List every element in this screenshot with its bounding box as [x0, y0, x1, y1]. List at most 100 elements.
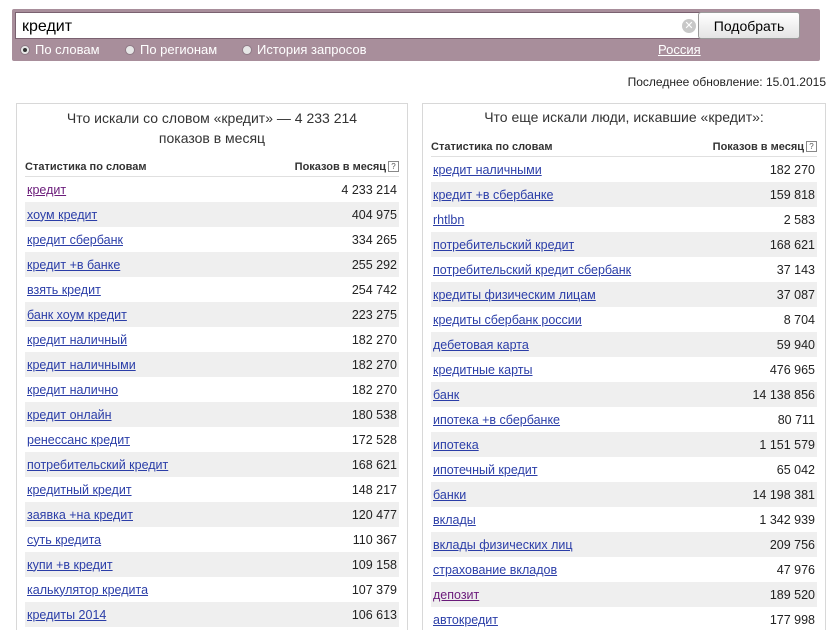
mode-label: История запросов — [257, 42, 367, 57]
table-row: кредит +в сбербанке 159 818 — [431, 182, 817, 207]
query-link[interactable]: кредит онлайн — [27, 408, 112, 422]
col-count-header: Показов в месяц? — [713, 141, 817, 153]
impressions-count: 37 143 — [776, 262, 815, 277]
impressions-count: 14 198 381 — [752, 487, 815, 502]
query-link[interactable]: вклады физических лиц — [433, 538, 573, 552]
table-row: заявка +на кредит 120 477 — [25, 502, 399, 527]
table-row: взять кредит 254 742 — [25, 277, 399, 302]
query-link[interactable]: кредит наличными — [433, 163, 542, 177]
table-row: банк 14 138 856 — [431, 382, 817, 407]
query-link[interactable]: депозит — [433, 588, 479, 602]
search-input[interactable] — [16, 13, 700, 38]
table-row: кредит наличными 182 270 — [431, 157, 817, 182]
table-row: кредиты сбербанк россии 8 704 — [431, 307, 817, 332]
panel-related-queries: Что еще искали люди, искавшие «кредит»: … — [422, 103, 826, 630]
table-row: кредиты физическим лицам 37 087 — [431, 282, 817, 307]
query-link[interactable]: кредиты сбербанк россии — [433, 313, 582, 327]
impressions-count: 334 265 — [351, 232, 397, 247]
query-link[interactable]: ипотека — [433, 438, 479, 452]
query-link[interactable]: дебетовая карта — [433, 338, 529, 352]
mode-query-history[interactable]: История запросов — [242, 42, 367, 57]
col-query-header: Статистика по словам — [25, 160, 147, 173]
query-link[interactable]: калькулятор кредита — [27, 583, 148, 597]
panel-title: Что еще искали люди, искавшие «кредит»: — [484, 109, 764, 125]
query-link[interactable]: кредит сбербанк — [27, 233, 123, 247]
mode-by-regions[interactable]: По регионам — [125, 42, 217, 57]
impressions-count: 1 151 579 — [759, 437, 815, 452]
radio-icon[interactable] — [20, 44, 30, 55]
table-body: кредит наличными 182 270 кредит +в сбербан… — [431, 157, 817, 630]
search-input-wrap: ✕ — [15, 12, 701, 39]
query-link[interactable]: кредит +в банке — [27, 258, 120, 272]
impressions-count: 168 621 — [351, 457, 397, 472]
query-link[interactable]: ренессанс кредит — [27, 433, 130, 447]
query-link[interactable]: кредит налично — [27, 383, 118, 397]
impressions-count: 2 583 — [783, 212, 815, 227]
impressions-count: 65 042 — [776, 462, 815, 477]
query-link[interactable]: rhtlbn — [433, 213, 464, 227]
query-link[interactable]: банки — [433, 488, 466, 502]
query-link[interactable]: кредит наличный — [27, 333, 127, 347]
table-row: потребительский кредит сбербанк 37 143 — [431, 257, 817, 282]
search-bar: ✕ Подобрать По словам По регионам Истори… — [12, 9, 820, 61]
impressions-count: 177 998 — [769, 612, 815, 627]
submit-button[interactable]: Подобрать — [698, 12, 800, 39]
table-header: Статистика по словам Показов в месяц? — [431, 137, 817, 157]
query-link[interactable]: ипотека +в сбербанке — [433, 413, 560, 427]
impressions-count: 110 367 — [352, 532, 397, 547]
table-row: кредит налично 182 270 — [25, 377, 399, 402]
query-link[interactable]: автокредит — [433, 613, 498, 627]
help-icon[interactable]: ? — [806, 141, 817, 153]
impressions-count: 148 217 — [351, 482, 397, 497]
mode-by-words[interactable]: По словам — [20, 42, 100, 57]
query-link[interactable]: купи +в кредит — [27, 558, 113, 572]
panel-title: Что искали со словом «кредит» — 4 233 21… — [66, 110, 358, 146]
impressions-count: 168 621 — [769, 237, 815, 252]
impressions-count: 476 965 — [769, 362, 815, 377]
clear-icon[interactable]: ✕ — [682, 19, 696, 33]
query-link[interactable]: банк хоум кредит — [27, 308, 127, 322]
query-link[interactable]: потребительский кредит — [433, 238, 574, 252]
query-link[interactable]: ипотечный кредит — [433, 463, 538, 477]
impressions-count: 8 704 — [783, 312, 815, 327]
query-link[interactable]: банк — [433, 388, 459, 402]
radio-icon[interactable] — [242, 44, 252, 55]
table-row: кредит сбербанк 334 265 — [25, 227, 399, 252]
impressions-count: 109 158 — [351, 557, 397, 572]
table-row: кредит наличными 182 270 — [25, 352, 399, 377]
table-row: купи +в кредит 109 158 — [25, 552, 399, 577]
query-link[interactable]: потребительский кредит — [27, 458, 168, 472]
query-link[interactable]: страхование вкладов — [433, 563, 557, 577]
col-count-header: Показов в месяц? — [295, 161, 399, 173]
table-row: потребительский кредит 168 621 — [431, 232, 817, 257]
table-row: банки 14 198 381 — [431, 482, 817, 507]
impressions-count: 209 756 — [769, 537, 815, 552]
query-link[interactable]: заявка +на кредит — [27, 508, 133, 522]
query-link[interactable]: кредитный кредит — [27, 483, 132, 497]
query-link[interactable]: вклады — [433, 513, 476, 527]
query-link[interactable]: кредиты 2014 — [27, 608, 106, 622]
table-row: кредит 4 233 214 — [25, 177, 399, 202]
table-row: дебетовая карта 59 940 — [431, 332, 817, 357]
query-link[interactable]: кредит — [27, 183, 66, 197]
query-link[interactable]: кредитные карты — [433, 363, 533, 377]
query-link[interactable]: кредиты физическим лицам — [433, 288, 596, 302]
query-link[interactable]: кредит +в сбербанке — [433, 188, 553, 202]
query-link[interactable]: взять кредит — [27, 283, 101, 297]
query-link[interactable]: суть кредита — [27, 533, 101, 547]
table-header: Статистика по словам Показов в месяц? — [25, 157, 399, 177]
query-link[interactable]: потребительский кредит сбербанк — [433, 263, 631, 277]
impressions-count: 223 275 — [351, 307, 397, 322]
query-link[interactable]: хоум кредит — [27, 208, 97, 222]
table-row: ипотечный кредит 65 042 — [431, 457, 817, 482]
impressions-count: 59 940 — [776, 337, 815, 352]
impressions-count: 14 138 856 — [752, 387, 815, 402]
search-mode-options: По словам По регионам История запросов Р… — [20, 42, 720, 58]
region-link[interactable]: Россия — [658, 42, 701, 57]
mode-label: По словам — [35, 42, 100, 57]
radio-icon[interactable] — [125, 44, 135, 55]
query-link[interactable]: кредит наличными — [27, 358, 136, 372]
table-row: кредиты 2014 106 613 — [25, 602, 399, 627]
table-row: банк хоум кредит 223 275 — [25, 302, 399, 327]
help-icon[interactable]: ? — [388, 161, 399, 173]
